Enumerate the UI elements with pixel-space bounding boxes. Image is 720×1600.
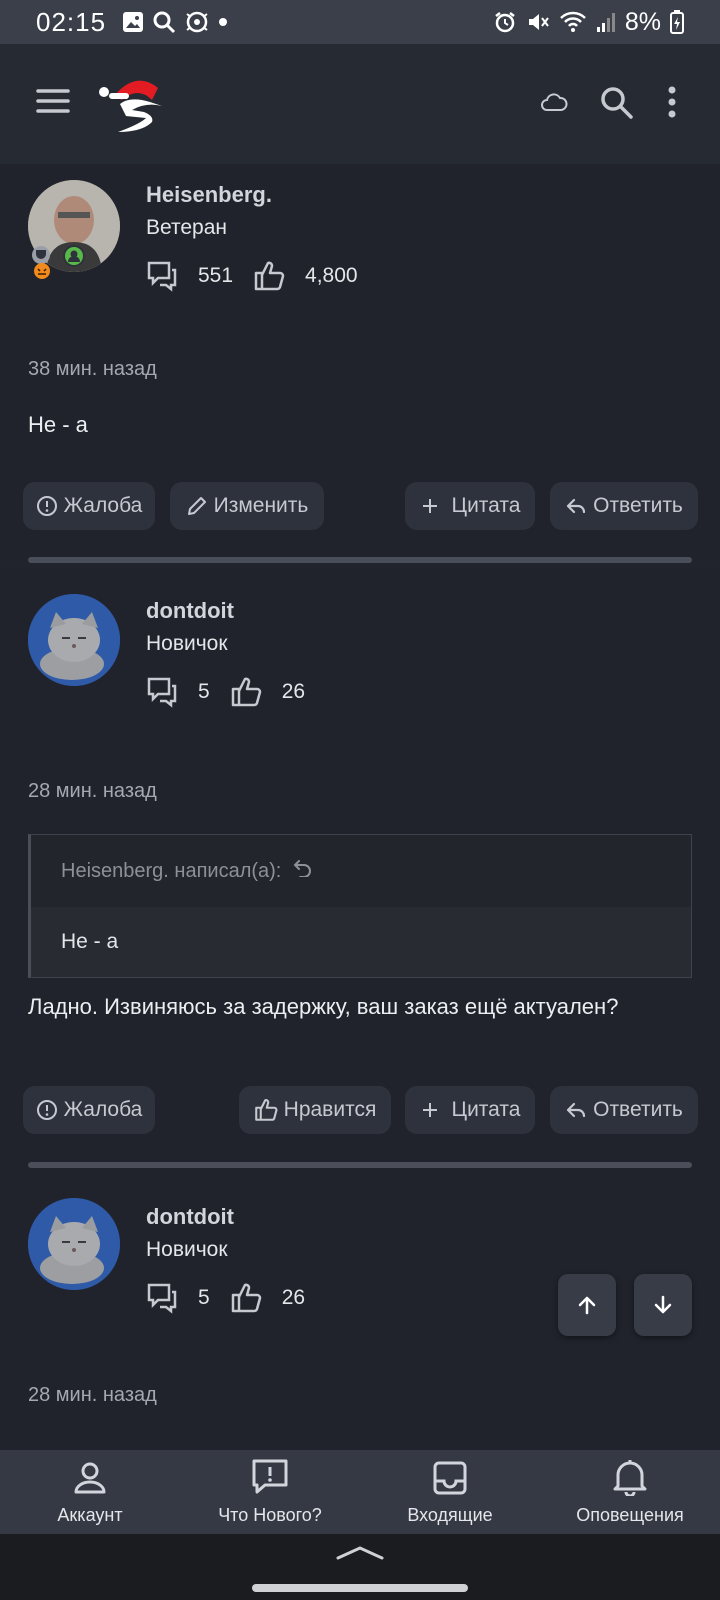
post-time: 28 мин. назад [28, 1384, 157, 1406]
chevron-up-icon[interactable] [336, 1544, 384, 1565]
bottom-nav: Аккаунт Что Нового? Входящие Оповещения [0, 1450, 720, 1534]
likes-count: 26 [281, 680, 306, 703]
quote-label: Цитата [451, 494, 521, 517]
like-label: Нравится [283, 1098, 377, 1121]
reply-label: Ответить [593, 494, 683, 517]
quote-author: Heisenberg. написал(а): [61, 859, 282, 882]
nav-inbox[interactable]: Входящие [360, 1450, 540, 1534]
user-stats: 5 26 [146, 676, 305, 708]
nav-alerts-label: Оповещения [576, 1505, 684, 1525]
likes-icon [230, 676, 262, 708]
messages-count: 5 [198, 1286, 210, 1309]
post-divider [28, 557, 692, 563]
avatar[interactable] [28, 1198, 120, 1290]
post-divider [28, 1162, 692, 1168]
signal-icon [596, 11, 616, 33]
reply-button[interactable]: Ответить [550, 482, 698, 530]
quote-text: Не - а [31, 907, 691, 977]
cloud-icon[interactable] [540, 92, 568, 117]
reply-button[interactable]: Ответить [550, 1086, 698, 1134]
site-logo[interactable] [96, 66, 170, 141]
user-stats: 5 26 [146, 1282, 305, 1314]
status-bar: 02:15 8% [0, 0, 720, 44]
battery-icon [670, 10, 684, 34]
messages-count: 5 [198, 680, 210, 703]
quote-header[interactable]: Heisenberg. написал(а): [31, 835, 691, 907]
dot-icon [218, 17, 228, 27]
messages-count: 551 [198, 264, 234, 287]
reply-label: Ответить [593, 1098, 683, 1121]
post-time: 38 мин. назад [28, 358, 157, 380]
menu-icon[interactable] [36, 88, 70, 119]
nav-account-label: Аккаунт [57, 1505, 123, 1525]
quote-button[interactable]: Цитата [405, 482, 535, 530]
nav-whats-new-label: Что Нового? [218, 1505, 322, 1525]
post-username[interactable]: dontdoit [146, 598, 234, 624]
messages-icon [146, 676, 178, 708]
likes-count: 26 [281, 1286, 306, 1309]
report-label: Жалоба [63, 494, 143, 517]
post-message: Ладно. Извиняюсь за задержку, ваш заказ … [28, 994, 619, 1019]
go-to-quote-icon[interactable] [293, 859, 313, 883]
nav-inbox-label: Входящие [407, 1505, 493, 1525]
likes-icon [230, 1282, 262, 1314]
post-user-rank: Новичок [146, 1238, 228, 1261]
bell-icon [612, 1458, 648, 1501]
wifi-icon [559, 10, 587, 34]
mute-icon [526, 10, 550, 34]
pumpkin-badge-icon [32, 260, 52, 285]
avatar[interactable] [28, 594, 120, 686]
app-bar [0, 44, 720, 164]
post-heisenberg: Heisenberg. Ветеран 551 4,800 38 мин. на… [0, 164, 720, 563]
search-icon[interactable] [600, 86, 634, 125]
battery-percent: 8% [624, 7, 661, 36]
post-username[interactable]: dontdoit [146, 1204, 234, 1230]
quote-label: Цитата [451, 1098, 521, 1121]
post-username[interactable]: Heisenberg. [146, 182, 272, 208]
system-nav-bar [0, 1534, 720, 1600]
nav-alerts[interactable]: Оповещения [540, 1450, 720, 1534]
post-user-rank: Новичок [146, 632, 228, 655]
alarm-icon [493, 10, 517, 34]
like-button[interactable]: Нравится [239, 1086, 391, 1134]
messages-icon [146, 260, 178, 292]
scroll-down-button[interactable] [634, 1274, 692, 1336]
messages-icon [146, 1282, 178, 1314]
likes-icon [253, 260, 285, 292]
report-label: Жалоба [63, 1098, 143, 1121]
quote-block: Heisenberg. написал(а): Не - а [28, 834, 692, 978]
post-user-rank: Ветеран [146, 216, 228, 239]
status-time: 02:15 [36, 6, 107, 37]
user-stats: 551 4,800 [146, 260, 358, 292]
more-options-icon[interactable] [668, 86, 676, 123]
report-button[interactable]: Жалоба [23, 482, 155, 530]
account-icon [72, 1460, 108, 1501]
app-status-icon [184, 10, 210, 34]
nav-account[interactable]: Аккаунт [0, 1450, 180, 1534]
home-gesture-bar[interactable] [252, 1584, 468, 1592]
gallery-icon [122, 11, 144, 33]
online-status-icon [62, 244, 86, 273]
edit-label: Изменить [213, 494, 309, 517]
post-time: 28 мин. назад [28, 780, 157, 802]
post-message: Не - а [28, 412, 88, 437]
search-status-icon [152, 10, 176, 34]
scroll-up-button[interactable] [558, 1274, 616, 1336]
edit-button[interactable]: Изменить [170, 482, 324, 530]
likes-count: 4,800 [305, 264, 358, 287]
nav-whats-new[interactable]: Что Нового? [180, 1450, 360, 1534]
inbox-icon [432, 1460, 468, 1501]
report-button[interactable]: Жалоба [23, 1086, 155, 1134]
quote-button[interactable]: Цитата [405, 1086, 535, 1134]
whats-new-icon [251, 1458, 289, 1501]
